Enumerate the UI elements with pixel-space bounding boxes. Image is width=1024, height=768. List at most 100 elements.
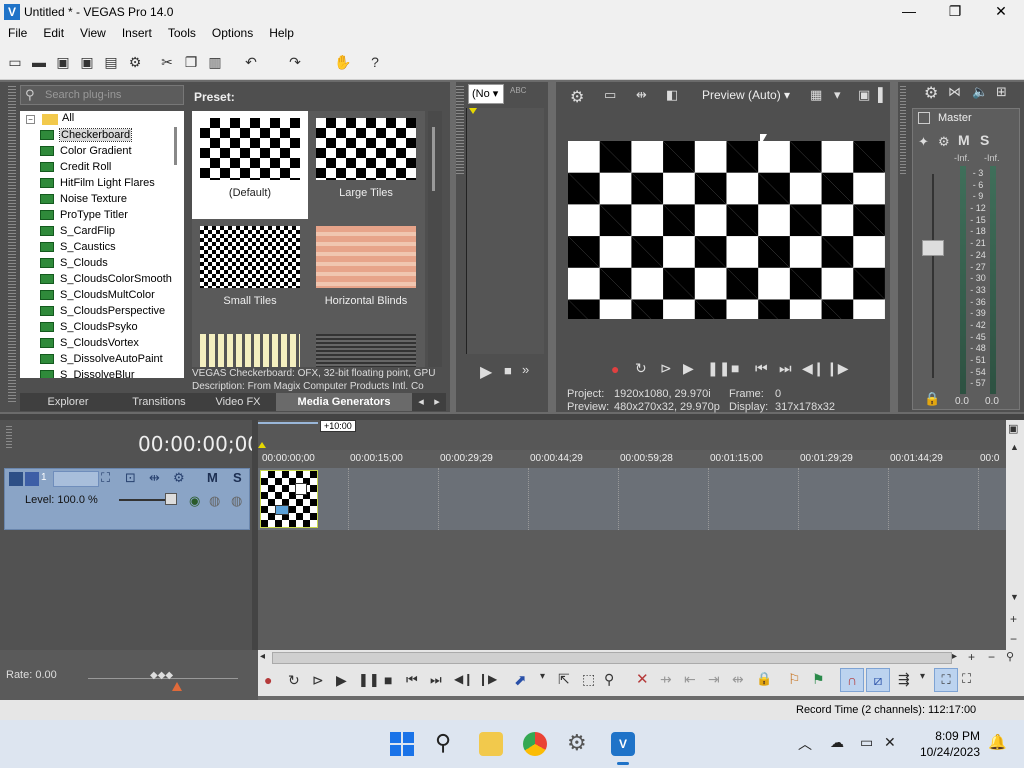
play-icon[interactable]: ▶ <box>480 362 492 382</box>
stop-icon[interactable]: ■ <box>731 360 739 376</box>
menu-view[interactable]: View <box>72 24 114 44</box>
timeline-horizontal-scrollbar[interactable]: ◂ ▸ + − ⚲ <box>258 650 1024 666</box>
video-event-clip[interactable] <box>260 470 318 528</box>
track-solo-button[interactable]: S <box>233 470 242 485</box>
delete-icon[interactable]: ✕ <box>636 670 649 688</box>
menu-edit[interactable]: Edit <box>35 24 72 44</box>
preset-large-tiles[interactable]: Large Tiles <box>308 111 424 219</box>
edit-tool-dropdown-icon[interactable]: ▾ <box>540 671 545 682</box>
clock-time[interactable]: 8:09 PM <box>920 729 980 743</box>
more-icon[interactable]: ▌ <box>878 87 887 102</box>
previous-frame-icon[interactable]: ◀❙ <box>454 672 473 686</box>
menu-insert[interactable]: Insert <box>114 24 160 44</box>
ignore-event-grouping-icon[interactable]: ⛶ <box>962 671 971 687</box>
trimmer-media-dropdown[interactable]: (No ▾ <box>468 84 504 104</box>
split-icon[interactable]: ⇹ <box>732 671 744 688</box>
plugin-item[interactable]: Credit Roll <box>40 159 111 175</box>
timeline-vertical-scrollbar[interactable]: ▣ ▲ ▼ + − <box>1006 420 1024 666</box>
plugin-item[interactable]: Checkerboard <box>40 127 133 143</box>
plugin-item[interactable]: S_CloudsVortex <box>40 335 139 351</box>
zoom-out-icon[interactable]: − <box>1010 632 1017 646</box>
go-to-start-icon[interactable]: ⏮ <box>755 360 768 377</box>
child-compositing-icon[interactable]: ◍ <box>231 493 242 509</box>
volume-icon[interactable]: ✕ <box>884 734 896 751</box>
marker-icon[interactable] <box>258 442 266 448</box>
panel-grip[interactable] <box>6 426 12 450</box>
overlays-icon[interactable]: ◧ <box>666 87 678 103</box>
track-motion-icon[interactable]: ⛶ <box>101 470 110 486</box>
tab-explorer[interactable]: Explorer <box>20 393 116 411</box>
cut-icon[interactable]: ✂ <box>158 53 176 71</box>
notification-icon[interactable]: 🔔 <box>988 733 1007 751</box>
lock-icon[interactable]: 🔒 <box>924 391 940 407</box>
auto-ripple-icon[interactable]: ⇶ <box>898 671 910 688</box>
audio-icon[interactable]: 🔈 <box>972 84 988 100</box>
zoom-out-icon[interactable]: − <box>988 650 995 664</box>
track-handle[interactable] <box>9 472 23 486</box>
menu-options[interactable]: Options <box>204 24 261 44</box>
external-monitor-icon[interactable]: ▭ <box>604 87 616 103</box>
plugin-item[interactable]: ProType Titler <box>40 207 128 223</box>
next-frame-icon[interactable]: » <box>522 362 529 377</box>
tree-root-all[interactable]: All <box>62 112 74 124</box>
scroll-down-icon[interactable]: ▼ <box>1010 592 1019 602</box>
render-icon[interactable]: ▤ <box>102 53 120 71</box>
normal-edit-tool-icon[interactable]: ⬈ <box>514 671 527 689</box>
grid-dropdown-icon[interactable]: ▾ <box>834 87 841 103</box>
ripple-dropdown-icon[interactable]: ▾ <box>920 671 925 682</box>
plugin-item[interactable]: S_CloudsPsyko <box>40 319 138 335</box>
timeline-ruler[interactable]: 00:00:00;00 00:00:15;00 00:00:29;29 00:0… <box>258 450 1006 468</box>
network-icon[interactable]: ▭ <box>860 734 873 751</box>
preview-quality-dropdown[interactable]: Preview (Auto) ▾ <box>702 88 790 102</box>
snapping-icon[interactable]: ∩ <box>840 668 864 692</box>
trim-icon[interactable]: ⇸ <box>660 671 672 688</box>
preview-settings-icon[interactable]: ⚙ <box>570 87 584 107</box>
compositing-icon[interactable]: ⇹ <box>149 470 160 486</box>
pause-icon[interactable]: ❚❚ <box>707 360 730 377</box>
whats-this-help-icon[interactable]: ? <box>366 53 384 71</box>
vegas-pro-icon[interactable]: V <box>611 732 635 756</box>
preset-item[interactable] <box>308 327 424 367</box>
zoom-tool-icon[interactable]: ⚲ <box>1006 650 1014 663</box>
show-hidden-icons[interactable]: ︿ <box>798 734 812 754</box>
preset-item[interactable] <box>192 327 308 367</box>
plugin-item[interactable]: S_CloudsMultColor <box>40 287 155 303</box>
rate-slider[interactable]: ◆◆◆ <box>150 670 173 681</box>
timecode-display[interactable]: 00:00:00;00 <box>138 432 260 456</box>
empty-track-area[interactable] <box>258 530 1006 650</box>
event-pan-crop-icon[interactable] <box>295 483 307 495</box>
scroll-left-icon[interactable]: ◂ <box>260 651 265 662</box>
lock-icon[interactable]: 🔒 <box>756 671 772 687</box>
master-bus-icon[interactable] <box>918 112 930 124</box>
composite-mode-icon[interactable]: ◉ <box>189 493 200 509</box>
track-fx-icon[interactable]: ⚙ <box>173 470 185 486</box>
zoom-tool-icon[interactable]: ⚲ <box>604 671 614 688</box>
paste-icon[interactable]: ▥ <box>206 53 224 71</box>
plugin-item[interactable]: HitFilm Light Flares <box>40 175 155 191</box>
mute-button[interactable]: M <box>958 132 970 148</box>
markers-icon[interactable]: ▣ <box>1008 422 1018 435</box>
scroll-thumb[interactable] <box>272 652 952 664</box>
plugin-item[interactable]: S_CardFlip <box>40 223 115 239</box>
pan-crop-icon[interactable]: ⊡ <box>125 470 136 486</box>
play-icon[interactable]: ▶ <box>336 672 347 689</box>
copy-icon[interactable]: ❐ <box>182 53 200 71</box>
event-fx-icon[interactable] <box>275 505 289 515</box>
plugin-item[interactable]: S_DissolveBlur <box>40 367 135 378</box>
split-screen-icon[interactable]: ⇹ <box>636 87 647 103</box>
tab-scroll-right-icon[interactable]: ▸ <box>430 393 444 411</box>
panel-grip[interactable] <box>548 82 554 172</box>
maximize-icon[interactable]: ❐ <box>932 0 978 24</box>
file-explorer-icon[interactable] <box>479 732 503 756</box>
scroll-up-icon[interactable]: ▲ <box>1010 442 1019 452</box>
mixer-icon[interactable]: ⊞ <box>996 84 1007 100</box>
next-frame-icon[interactable]: ❙▶ <box>478 672 497 686</box>
close-icon[interactable]: ✕ <box>978 0 1024 24</box>
stop-icon[interactable]: ■ <box>384 672 392 688</box>
plugin-item[interactable]: S_CloudsPerspective <box>40 303 165 319</box>
trim-start-icon[interactable]: ⇤ <box>684 671 696 688</box>
search-icon[interactable]: ⚲ <box>435 730 451 756</box>
plugin-item[interactable]: Color Gradient <box>40 143 132 159</box>
video-track-header[interactable]: 1 ⛶ ⊡ ⇹ ⚙ M S Level: 100.0 % ◉ ◍ ◍ <box>4 468 250 530</box>
collapse-icon[interactable]: − <box>26 115 35 124</box>
